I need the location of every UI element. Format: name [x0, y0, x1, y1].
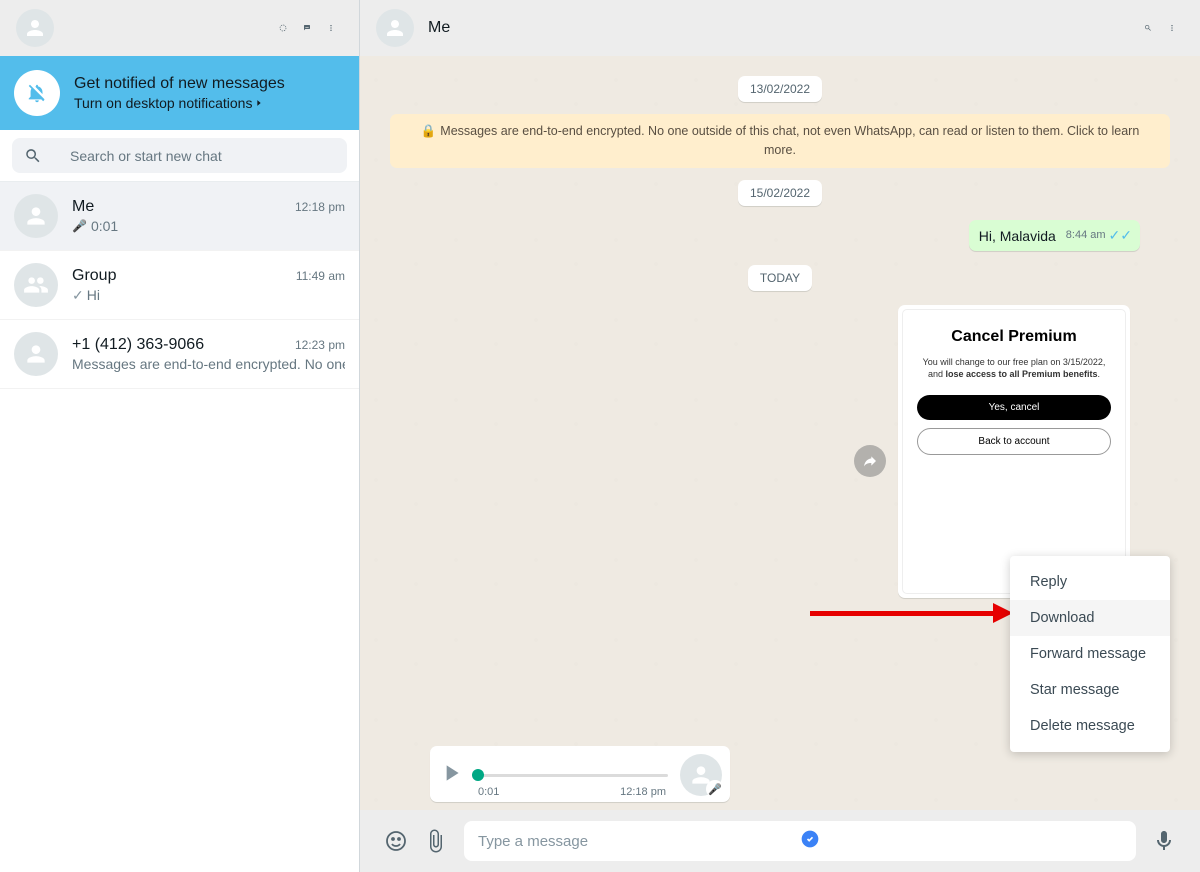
notif-subtitle: Turn on desktop notifications	[74, 95, 285, 111]
check-badge-icon	[800, 829, 1122, 853]
menu-star[interactable]: Star message	[1010, 672, 1170, 708]
menu-forward[interactable]: Forward message	[1010, 636, 1170, 672]
group-avatar	[14, 263, 58, 307]
mic-icon[interactable]	[1144, 821, 1184, 861]
messages-area: 13/02/2022 🔒Messages are end-to-end encr…	[360, 56, 1200, 810]
chat-name: +1 (412) 363-9066	[72, 336, 204, 354]
image-message[interactable]: Cancel Premium You will change to our fr…	[898, 305, 1130, 598]
menu-icon[interactable]	[319, 16, 343, 40]
forward-icon[interactable]	[854, 445, 886, 477]
play-icon[interactable]	[438, 760, 464, 791]
message-out[interactable]: Hi, Malavida 8:44 am✓✓	[969, 220, 1140, 251]
message-input[interactable]: Type a message	[464, 821, 1136, 861]
sidebar: Get notified of new messages Turn on des…	[0, 0, 360, 872]
notifications-banner[interactable]: Get notified of new messages Turn on des…	[0, 56, 359, 130]
chat-time: 12:23 pm	[295, 338, 345, 352]
main-panel: Me 13/02/2022 🔒Messages are end-to-end e…	[360, 0, 1200, 872]
chat-name: Group	[72, 267, 116, 285]
chat-item-phone[interactable]: +1 (412) 363-9066 12:23 pm Messages are e…	[0, 320, 359, 389]
chat-time: 12:18 pm	[295, 200, 345, 214]
chat-header: Me	[360, 0, 1200, 56]
emoji-icon[interactable]	[376, 821, 416, 861]
date-pill: TODAY	[748, 265, 812, 291]
encryption-banner[interactable]: 🔒Messages are end-to-end encrypted. No o…	[390, 114, 1170, 168]
chat-preview: ✓Hi	[72, 287, 345, 304]
input-placeholder: Type a message	[478, 833, 800, 850]
sidebar-header	[0, 0, 359, 56]
message-time: 8:44 am✓✓	[1066, 227, 1132, 244]
message-text: Hi, Malavida	[979, 228, 1056, 244]
read-ticks-icon: ✓✓	[1109, 227, 1132, 244]
card-text: You will change to our free plan on 3/15…	[917, 356, 1111, 381]
date-pill: 15/02/2022	[738, 180, 822, 206]
notif-title: Get notified of new messages	[74, 75, 285, 93]
card-btn-back: Back to account	[917, 428, 1111, 455]
composer: Type a message	[360, 810, 1200, 872]
card-title: Cancel Premium	[917, 328, 1111, 346]
chat-menu-icon[interactable]	[1160, 16, 1184, 40]
voice-track[interactable]	[472, 765, 668, 785]
date-pill: 13/02/2022	[738, 76, 822, 102]
voice-duration: 0:01	[478, 786, 499, 798]
chat-title[interactable]: Me	[428, 19, 1136, 37]
menu-reply[interactable]: Reply	[1010, 564, 1170, 600]
chat-preview: Messages are end-to-end encrypted. No on…	[72, 356, 345, 372]
voice-avatar: 🎤	[680, 754, 722, 796]
search-input[interactable]: Search or start new chat	[12, 138, 347, 173]
search-icon	[24, 147, 42, 165]
card-btn-confirm: Yes, cancel	[917, 395, 1111, 420]
chat-item-group[interactable]: Group 11:49 am ✓Hi	[0, 251, 359, 320]
chat-name: Me	[72, 198, 94, 216]
voice-time: 12:18 pm	[620, 786, 666, 798]
tick-icon: ✓	[72, 287, 84, 304]
voice-message[interactable]: 🎤 0:01 12:18 pm	[430, 746, 730, 802]
menu-download[interactable]: Download	[1010, 600, 1170, 636]
avatar	[14, 194, 58, 238]
search-row: Search or start new chat	[0, 130, 359, 182]
search-placeholder: Search or start new chat	[70, 148, 222, 164]
mic-badge-icon: 🎤	[706, 780, 724, 798]
chat-item-me[interactable]: Me 12:18 pm 🎤0:01	[0, 182, 359, 251]
attach-icon[interactable]	[416, 821, 456, 861]
new-chat-icon[interactable]	[295, 16, 319, 40]
context-menu: Reply Download Forward message Star mess…	[1010, 556, 1170, 752]
status-icon[interactable]	[271, 16, 295, 40]
my-avatar[interactable]	[16, 9, 54, 47]
search-chat-icon[interactable]	[1136, 16, 1160, 40]
chat-avatar[interactable]	[376, 9, 414, 47]
lock-icon: 🔒	[421, 124, 437, 138]
mic-icon: 🎤	[72, 219, 87, 233]
chat-preview: 🎤0:01	[72, 218, 345, 234]
avatar	[14, 332, 58, 376]
annotation-arrow	[810, 611, 995, 616]
bell-off-icon	[14, 70, 60, 116]
chat-time: 11:49 am	[296, 269, 345, 283]
menu-delete[interactable]: Delete message	[1010, 708, 1170, 744]
